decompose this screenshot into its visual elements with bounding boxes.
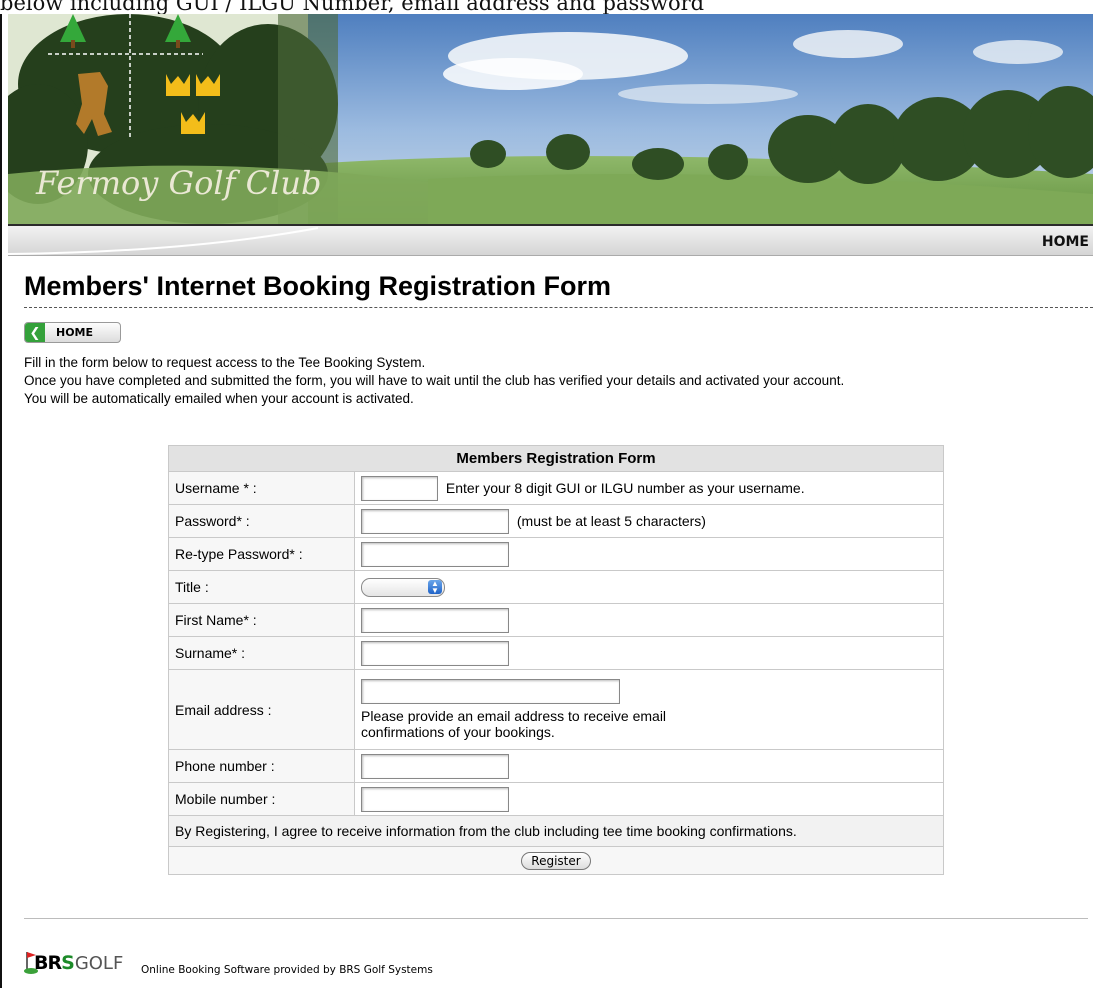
phone-input[interactable]: [361, 753, 509, 779]
submit-row: Register: [168, 846, 944, 875]
title-select[interactable]: ▲ ▼: [361, 577, 445, 597]
club-name-script: Fermoy Golf Club: [35, 164, 321, 202]
form-row-mobile: Mobile number :: [168, 782, 944, 816]
nav-home-link[interactable]: HOME: [1042, 234, 1089, 250]
password-input[interactable]: [361, 508, 509, 534]
first-name-input[interactable]: [361, 607, 509, 633]
top-navbar: HOME: [8, 226, 1093, 256]
intro-line: You will be automatically emailed when y…: [24, 391, 414, 406]
mobile-label: Mobile number :: [168, 782, 355, 816]
registration-form: Members Registration Form Username * : E…: [168, 445, 944, 875]
banner-image: Fermoy Golf Club: [8, 14, 1093, 224]
logo-br: BR: [34, 952, 62, 974]
brs-golf-logo: BRS GOLF: [24, 950, 123, 974]
page-title: Members' Internet Booking Registration F…: [24, 268, 1093, 308]
home-button-label: HOME: [56, 326, 94, 339]
form-row-password: Password* : (must be at least 5 characte…: [168, 504, 944, 538]
phone-label: Phone number :: [168, 749, 355, 783]
select-arrows-icon: ▲ ▼: [428, 580, 442, 595]
title-label: Title :: [168, 570, 355, 604]
top-caption: below including GUI / ILGU Number, email…: [0, 0, 705, 15]
password-label: Password* :: [168, 504, 355, 538]
navbar-swoosh: [8, 227, 319, 255]
retype-password-label: Re-type Password* :: [168, 537, 355, 571]
surname-label: Surname* :: [168, 636, 355, 670]
page-border: [0, 14, 2, 988]
logo-s: S: [61, 952, 75, 974]
form-row-phone: Phone number :: [168, 749, 944, 783]
first-name-label: First Name* :: [168, 603, 355, 637]
back-arrow-icon: ❮: [25, 323, 45, 342]
email-note-line: confirmations of your bookings.: [361, 724, 555, 740]
register-button[interactable]: Register: [521, 851, 591, 870]
email-note-line: Please provide an email address to recei…: [361, 708, 667, 724]
form-row-retype-password: Re-type Password* :: [168, 537, 944, 571]
form-row-title: Title : ▲ ▼: [168, 570, 944, 604]
header-banner: Fermoy Golf Club: [8, 14, 1093, 226]
footer-credit: Online Booking Software provided by BRS …: [141, 964, 433, 976]
username-hint: Enter your 8 digit GUI or ILGU number as…: [445, 480, 805, 496]
email-label: Email address :: [168, 669, 355, 750]
home-button[interactable]: ❮ HOME: [24, 322, 121, 343]
form-row-email: Email address : Please provide an email …: [168, 669, 944, 750]
intro-line: Fill in the form below to request access…: [24, 355, 426, 370]
intro-line: Once you have completed and submitted th…: [24, 373, 845, 388]
form-heading: Members Registration Form: [168, 445, 944, 472]
intro-text: Fill in the form below to request access…: [24, 354, 1093, 408]
surname-input[interactable]: [361, 640, 509, 666]
footer-divider: [24, 918, 1088, 919]
email-input[interactable]: [361, 679, 620, 704]
form-row-first-name: First Name* :: [168, 603, 944, 637]
form-row-surname: Surname* :: [168, 636, 944, 670]
email-note: Please provide an email address to recei…: [361, 708, 937, 740]
username-input[interactable]: [361, 475, 438, 501]
password-hint: (must be at least 5 characters): [516, 513, 706, 529]
retype-password-input[interactable]: [361, 541, 509, 567]
agreement-text: By Registering, I agree to receive infor…: [168, 815, 944, 847]
mobile-input[interactable]: [361, 786, 509, 812]
username-label: Username * :: [168, 471, 355, 505]
logo-golf: GOLF: [74, 953, 124, 974]
form-row-username: Username * : Enter your 8 digit GUI or I…: [168, 471, 944, 505]
